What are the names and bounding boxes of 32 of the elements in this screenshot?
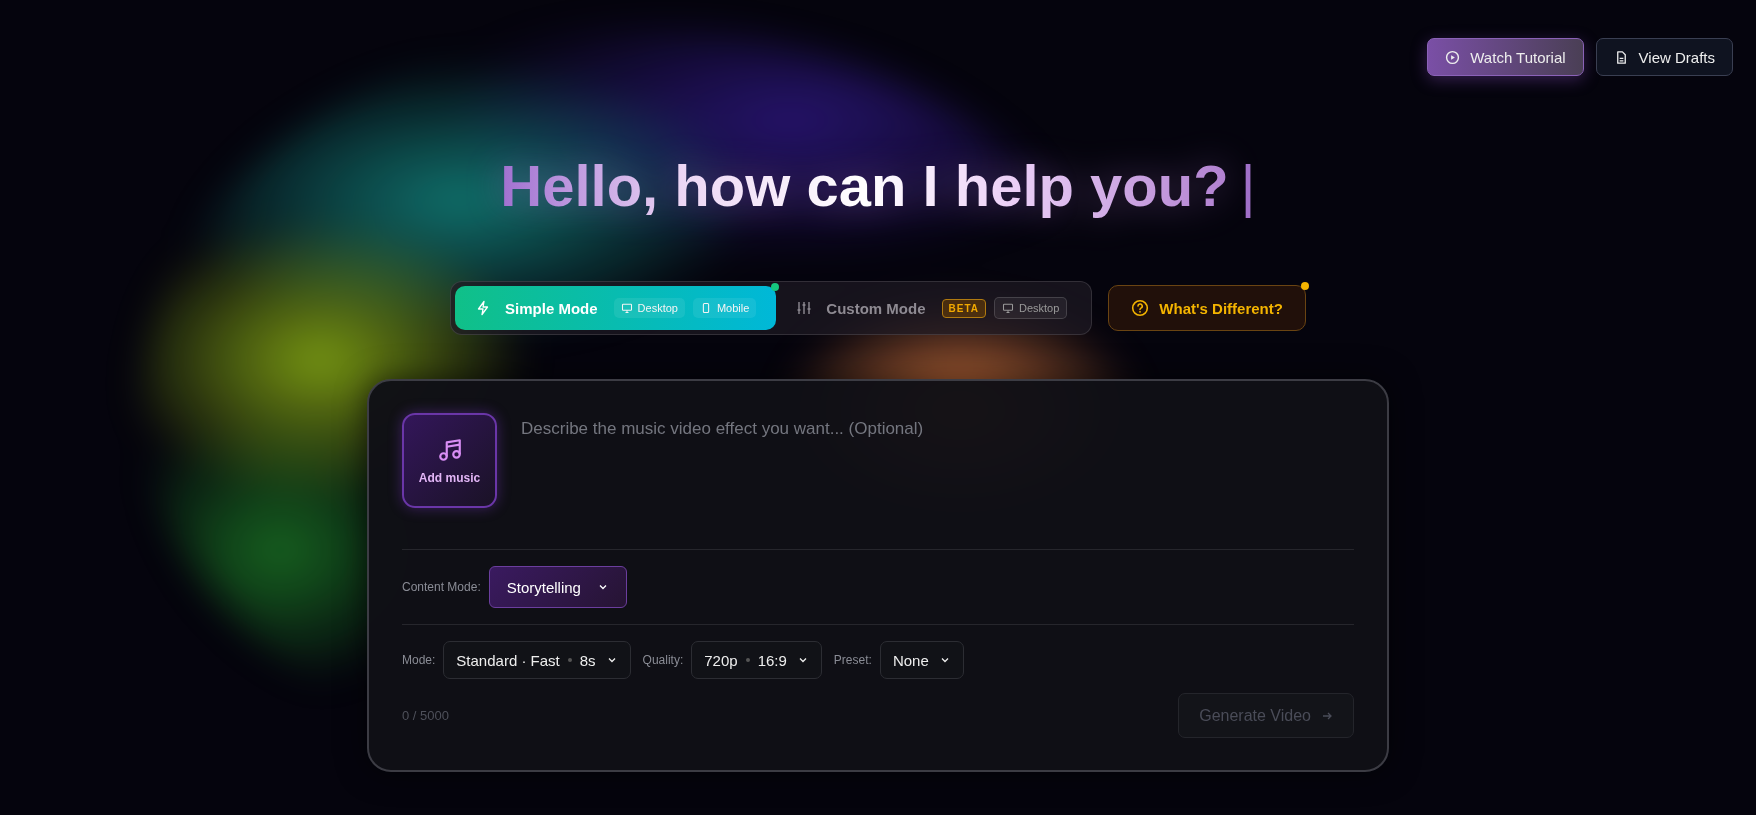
- content-mode-dropdown[interactable]: Storytelling: [488, 566, 627, 608]
- settings-dropdown[interactable]: None: [879, 641, 964, 679]
- top-action-button[interactable]: View Drafts: [1595, 38, 1733, 76]
- field-label: Content Mode:: [402, 580, 481, 594]
- platform-tag: Desktop: [613, 298, 685, 318]
- platform-tag: Mobile: [692, 298, 757, 318]
- music-note-icon: [436, 436, 463, 463]
- top-action-button[interactable]: Watch Tutorial: [1427, 38, 1584, 76]
- mode-label: Custom Mode: [826, 299, 926, 317]
- mode-tab[interactable]: Custom Mode BETA Desktop: [776, 286, 1088, 330]
- monitor-icon: [1002, 302, 1014, 314]
- status-dot-icon: [771, 283, 780, 291]
- field-label: Quality:: [642, 653, 684, 667]
- field-label: Preset:: [833, 653, 872, 667]
- prompt-field[interactable]: Describe the music video effect you want... (Optional): [521, 413, 1354, 533]
- question-icon: [1131, 299, 1150, 317]
- character-counter: 0 / 5000: [402, 708, 449, 723]
- separator-dot-icon: [745, 658, 750, 662]
- settings-dropdown[interactable]: 720p 16:9: [691, 641, 822, 679]
- add-music-button[interactable]: Add music: [402, 413, 497, 508]
- play-icon: [1445, 49, 1461, 65]
- text-cursor: |: [1240, 152, 1256, 219]
- notification-dot-icon: [1300, 282, 1309, 290]
- separator-dot-icon: [567, 658, 572, 662]
- sliders-icon: [796, 300, 813, 316]
- monitor-icon: [620, 302, 633, 314]
- settings-dropdown[interactable]: Standard · Fast 8s: [443, 641, 631, 679]
- beta-badge: BETA: [941, 298, 986, 318]
- platform-tag: Desktop: [994, 297, 1068, 319]
- whats-different-button[interactable]: What's Different?: [1108, 285, 1306, 331]
- mode-label: Simple Mode: [505, 299, 598, 317]
- field-label: Mode:: [402, 653, 436, 667]
